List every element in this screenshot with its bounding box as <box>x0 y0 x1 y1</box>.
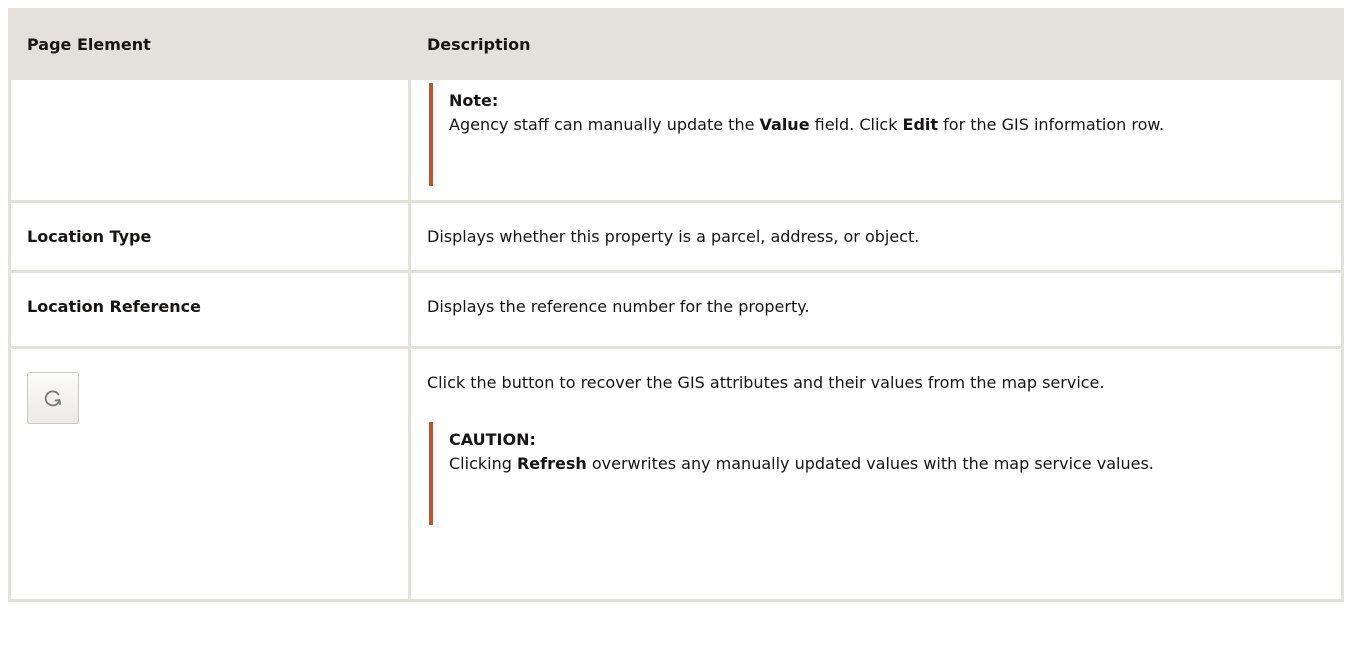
caution-title: CAUTION: <box>449 430 536 449</box>
table-row: Location Reference Displays the referenc… <box>8 270 1344 349</box>
column-header-page-element: Page Element <box>8 8 411 80</box>
caution-text-part: Clicking <box>449 454 517 473</box>
table-header-row: Page Element Description <box>8 8 1344 80</box>
description-cell: Note: Agency staff can manually update t… <box>408 77 1344 203</box>
caution-callout: CAUTION: Clicking Refresh overwrites any… <box>429 422 1341 525</box>
location-reference-description: Displays the reference number for the pr… <box>427 297 810 316</box>
table-row: Click the button to recover the GIS attr… <box>8 346 1344 602</box>
description-cell: Displays the reference number for the pr… <box>408 270 1344 349</box>
location-type-label: Location Type <box>27 227 152 246</box>
element-cell: Location Reference <box>8 270 411 349</box>
note-callout: Note: Agency staff can manually update t… <box>429 83 1341 186</box>
refresh-description: Click the button to recover the GIS attr… <box>427 373 1105 392</box>
note-text-part: field. Click <box>809 115 903 134</box>
caution-text-part: overwrites any manually updated values w… <box>586 454 1154 473</box>
table-row: Location Type Displays whether this prop… <box>8 200 1344 273</box>
refresh-icon <box>44 390 61 407</box>
element-cell-empty <box>8 77 411 203</box>
location-type-description: Displays whether this property is a parc… <box>427 227 920 246</box>
page-element-table: Page Element Description Note: Agency st… <box>8 8 1344 602</box>
note-edit-label: Edit <box>902 115 939 134</box>
caution-refresh-label: Refresh <box>516 454 587 473</box>
note-title: Note: <box>449 91 499 110</box>
caution-text: Clicking Refresh overwrites any manually… <box>449 454 1154 473</box>
note-text-part: for the GIS information row. <box>938 115 1165 134</box>
note-text: Agency staff can manually update the Val… <box>449 115 1164 134</box>
note-text-part: Agency staff can manually update the <box>449 115 760 134</box>
location-reference-label: Location Reference <box>27 297 202 316</box>
element-cell: Location Type <box>8 200 411 273</box>
refresh-button[interactable] <box>27 372 79 424</box>
note-value-field-label: Value <box>759 115 810 134</box>
table-row: Note: Agency staff can manually update t… <box>8 77 1344 203</box>
element-cell <box>8 346 411 602</box>
column-header-description: Description <box>408 8 1344 80</box>
description-cell: Click the button to recover the GIS attr… <box>408 346 1344 602</box>
description-cell: Displays whether this property is a parc… <box>408 200 1344 273</box>
